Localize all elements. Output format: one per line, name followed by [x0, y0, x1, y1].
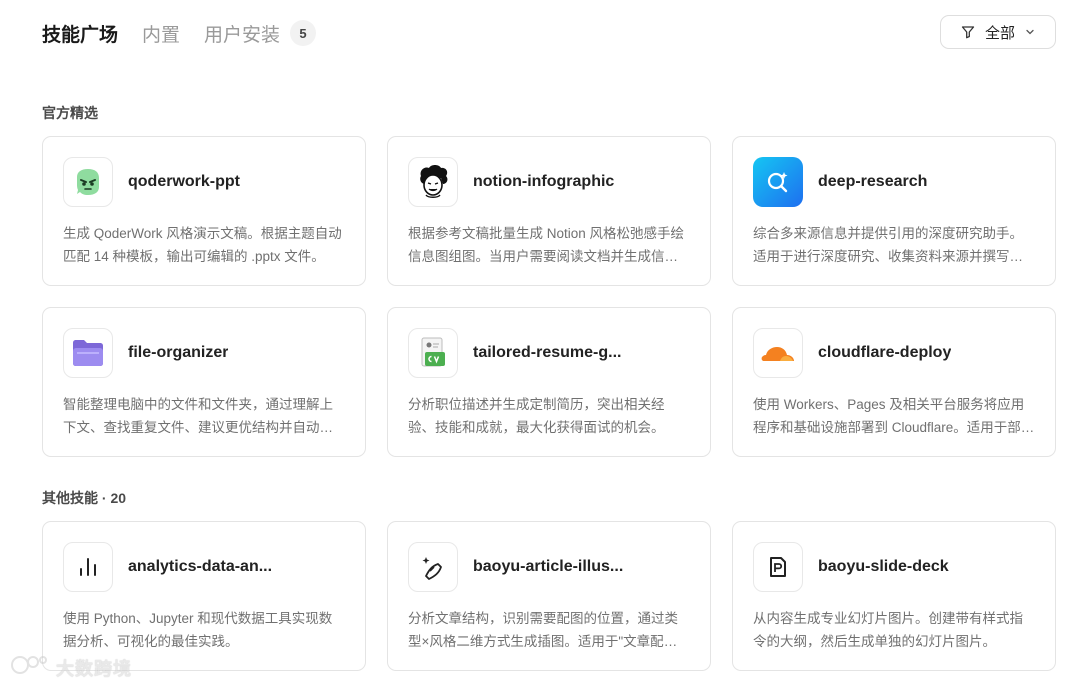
skill-card-description: 生成 QoderWork 风格演示文稿。根据主题自动匹配 14 种模板，输出可编…	[63, 226, 342, 264]
skill-card-description: 使用 Python、Jupyter 和现代数据工具实现数据分析、可视化的最佳实践…	[63, 611, 333, 649]
search-sparkle-icon	[753, 157, 803, 207]
official-skills-grid: qoderwork-ppt 生成 QoderWork 风格演示文稿。根据主题自动…	[42, 136, 1056, 457]
pen-sparkle-icon	[408, 542, 458, 592]
skill-card-title: baoyu-article-illus...	[473, 558, 624, 575]
filter-dropdown-button[interactable]: 全部	[940, 15, 1056, 49]
tab-builtin[interactable]: 内置	[142, 20, 180, 47]
filter-label: 全部	[984, 24, 1015, 42]
skill-card-title: cloudflare-deploy	[818, 344, 952, 361]
skill-card-title: qoderwork-ppt	[128, 173, 240, 190]
section-title-others: 其他技能 · 20	[42, 490, 127, 506]
skill-card-title: deep-research	[818, 173, 928, 190]
skill-card[interactable]: deep-research 综合多来源信息并提供引用的深度研究助手。适用于进行深…	[732, 136, 1056, 286]
qoder-mascot-icon	[63, 157, 113, 207]
skill-card-description: 综合多来源信息并提供引用的深度研究助手。适用于进行深度研究、收集资料来源并撰写报…	[753, 226, 1023, 264]
skill-card-description: 分析文章结构，识别需要配图的位置，通过类型×风格二维方式生成插图。适用于"文章配…	[408, 611, 678, 649]
skill-card-description: 根据参考文稿批量生成 Notion 风格松弛感手绘信息图组图。当用户需要阅读文档…	[408, 226, 685, 264]
skill-card-description: 使用 Workers、Pages 及相关平台服务将应用程序和基础设施部署到 Cl…	[753, 397, 1035, 435]
slide-doc-icon	[753, 542, 803, 592]
other-skills-grid: analytics-data-an... 使用 Python、Jupyter 和…	[42, 521, 1056, 671]
skill-card[interactable]: analytics-data-an... 使用 Python、Jupyter 和…	[42, 521, 366, 671]
section-title-official: 官方精选	[42, 105, 98, 121]
chevron-down-icon	[1025, 27, 1035, 37]
skill-card[interactable]: cloudflare-deploy 使用 Workers、Pages 及相关平台…	[732, 307, 1056, 457]
bar-chart-icon	[63, 542, 113, 592]
skill-card[interactable]: baoyu-slide-deck 从内容生成专业幻灯片图片。创建带有样式指令的大…	[732, 521, 1056, 671]
skill-card[interactable]: baoyu-article-illus... 分析文章结构，识别需要配图的位置，…	[387, 521, 711, 671]
tab-skill-square[interactable]: 技能广场	[42, 20, 118, 47]
skill-card-title: analytics-data-an...	[128, 558, 273, 575]
sketch-avatar-icon	[408, 157, 458, 207]
folder-icon	[63, 328, 113, 378]
tab-user-installed[interactable]: 用户安装 5	[204, 20, 317, 47]
tab-user-installed-label: 用户安装	[204, 24, 281, 46]
watermark-text: 大数跨境	[56, 658, 132, 679]
filter-icon	[961, 25, 975, 39]
skill-card[interactable]: notion-infographic 根据参考文稿批量生成 Notion 风格松…	[387, 136, 711, 286]
skill-card-description: 智能整理电脑中的文件和文件夹，通过理解上下文、查找重复文件、建议更优结构并自动执…	[63, 397, 333, 435]
skill-card[interactable]: tailored-resume-g... 分析职位描述并生成定制简历，突出相关经…	[387, 307, 711, 457]
skill-card[interactable]: qoderwork-ppt 生成 QoderWork 风格演示文稿。根据主题自动…	[42, 136, 366, 286]
watermark: 大数跨境	[10, 652, 132, 683]
cloudflare-icon	[753, 328, 803, 378]
cv-document-icon	[408, 328, 458, 378]
skill-card-description: 从内容生成专业幻灯片图片。创建带有样式指令的大纲，然后生成单独的幻灯片图片。	[753, 611, 1023, 649]
skill-card-title: baoyu-slide-deck	[818, 558, 949, 575]
top-bar: 技能广场 内置 用户安装 5 全部	[42, 15, 1056, 49]
skill-card-title: tailored-resume-g...	[473, 344, 622, 361]
tab-bar: 技能广场 内置 用户安装 5	[42, 18, 1056, 48]
installed-count-badge: 5	[290, 20, 317, 46]
skill-card-title: notion-infographic	[473, 173, 615, 190]
skill-card[interactable]: file-organizer 智能整理电脑中的文件和文件夹，通过理解上下文、查找…	[42, 307, 366, 457]
skill-card-description: 分析职位描述并生成定制简历，突出相关经验、技能和成就，最大化获得面试的机会。	[408, 397, 665, 435]
watermark-logo-icon	[10, 652, 50, 683]
skill-card-title: file-organizer	[128, 344, 229, 361]
